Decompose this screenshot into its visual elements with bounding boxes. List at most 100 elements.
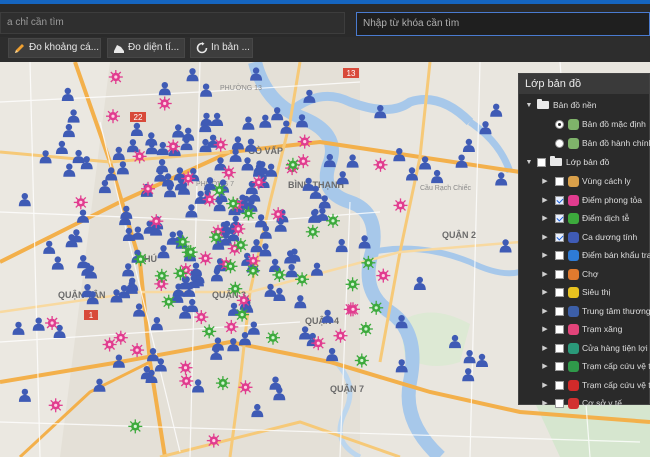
measure-distance-button[interactable]: Đo khoảng cá... bbox=[8, 38, 101, 58]
expand-arrow-icon[interactable]: ▶ bbox=[541, 228, 549, 247]
keyword-search-input[interactable]: Nhập từ khóa cần tìm bbox=[356, 12, 650, 36]
epidemic-point-marker[interactable] bbox=[294, 271, 310, 287]
expand-arrow-icon[interactable]: ▶ bbox=[541, 394, 549, 413]
layer-checkbox[interactable] bbox=[555, 288, 564, 297]
lockdown-point-marker[interactable] bbox=[270, 206, 286, 222]
radio-button[interactable] bbox=[555, 139, 564, 148]
collapse-arrow-icon[interactable]: ▼ bbox=[525, 153, 533, 172]
lockdown-point-marker[interactable] bbox=[237, 379, 254, 395]
lockdown-point-marker[interactable] bbox=[177, 360, 194, 376]
lockdown-point-marker[interactable] bbox=[251, 174, 267, 191]
epidemic-point-marker[interactable] bbox=[325, 213, 341, 229]
base-map-default-option[interactable]: Bản đồ mặc định bbox=[519, 115, 650, 134]
epidemic-point-marker[interactable] bbox=[368, 300, 384, 316]
expand-arrow-icon[interactable]: ▶ bbox=[541, 191, 549, 210]
group-checkbox[interactable] bbox=[537, 158, 546, 167]
expand-arrow-icon[interactable]: ▶ bbox=[541, 246, 549, 265]
lockdown-point-marker[interactable] bbox=[129, 342, 145, 358]
layer-checkbox[interactable] bbox=[555, 325, 564, 334]
epidemic-point-marker[interactable] bbox=[233, 237, 249, 253]
lockdown-point-marker[interactable] bbox=[148, 213, 164, 229]
print-map-button[interactable]: In bản ... bbox=[190, 38, 253, 58]
epidemic-point-marker[interactable] bbox=[208, 229, 224, 245]
epidemic-point-marker[interactable] bbox=[305, 224, 321, 240]
epidemic-point-marker[interactable] bbox=[360, 255, 377, 271]
lockdown-point-marker[interactable] bbox=[101, 336, 118, 353]
epidemic-point-marker[interactable] bbox=[175, 234, 191, 250]
lockdown-point-marker[interactable] bbox=[48, 397, 64, 413]
layer-row[interactable]: ▶ Chợ bbox=[519, 265, 650, 284]
layer-row[interactable]: ▶ Trạm xăng bbox=[519, 320, 650, 339]
lockdown-point-marker[interactable] bbox=[193, 309, 209, 325]
epidemic-point-marker[interactable] bbox=[265, 330, 281, 346]
lockdown-point-marker[interactable] bbox=[221, 164, 237, 181]
lockdown-point-marker[interactable] bbox=[140, 181, 156, 197]
layer-row[interactable]: ▶ Trạm cấp cứu vệ tinh bbox=[519, 357, 650, 376]
lockdown-point-marker[interactable] bbox=[332, 328, 349, 344]
epidemic-point-marker[interactable] bbox=[285, 157, 301, 173]
epidemic-point-marker[interactable] bbox=[344, 276, 361, 292]
lockdown-point-marker[interactable] bbox=[223, 319, 239, 335]
epidemic-point-marker[interactable] bbox=[211, 182, 228, 198]
lockdown-point-marker[interactable] bbox=[178, 373, 194, 389]
lockdown-point-marker[interactable] bbox=[206, 432, 222, 449]
layer-checkbox[interactable] bbox=[555, 195, 564, 205]
layer-row[interactable]: ▶ Ca dương tính bbox=[519, 228, 650, 247]
layer-checkbox[interactable] bbox=[555, 214, 564, 223]
epidemic-point-marker[interactable] bbox=[225, 195, 241, 212]
lockdown-point-marker[interactable] bbox=[73, 194, 89, 211]
layer-row[interactable]: ▶ Điểm bán khẩu trang bbox=[519, 246, 650, 265]
lockdown-point-marker[interactable] bbox=[230, 221, 246, 237]
epidemic-point-marker[interactable] bbox=[227, 281, 243, 297]
expand-arrow-icon[interactable]: ▶ bbox=[541, 302, 549, 321]
lockdown-point-marker[interactable] bbox=[44, 315, 60, 331]
expand-arrow-icon[interactable]: ▶ bbox=[541, 357, 549, 376]
layer-checkbox[interactable] bbox=[555, 251, 564, 260]
epidemic-point-marker[interactable] bbox=[127, 418, 143, 435]
expand-arrow-icon[interactable]: ▶ bbox=[541, 172, 549, 191]
expand-arrow-icon[interactable]: ▶ bbox=[541, 265, 549, 284]
lockdown-point-marker[interactable] bbox=[236, 292, 252, 309]
layer-checkbox[interactable] bbox=[555, 343, 564, 353]
epidemic-point-marker[interactable] bbox=[245, 263, 261, 279]
epidemic-point-marker[interactable] bbox=[172, 265, 189, 281]
epidemic-point-marker[interactable] bbox=[132, 251, 149, 267]
lockdown-point-marker[interactable] bbox=[131, 148, 148, 165]
expand-arrow-icon[interactable]: ▶ bbox=[541, 209, 549, 228]
layer-checkbox[interactable] bbox=[555, 362, 564, 371]
base-map-group[interactable]: ▼ Bản đồ nền bbox=[519, 96, 650, 115]
epidemic-point-marker[interactable] bbox=[154, 268, 170, 284]
address-search-input[interactable]: a chỉ cần tìm bbox=[0, 12, 345, 34]
collapse-arrow-icon[interactable]: ▼ bbox=[525, 96, 533, 115]
layer-checkbox[interactable] bbox=[555, 380, 564, 390]
epidemic-point-marker[interactable] bbox=[201, 323, 217, 340]
layer-checkbox[interactable] bbox=[555, 177, 564, 186]
epidemic-point-marker[interactable] bbox=[354, 352, 370, 369]
lockdown-point-marker[interactable] bbox=[180, 170, 196, 187]
epidemic-point-marker[interactable] bbox=[222, 258, 239, 274]
layer-row[interactable]: ▶ Vùng cách ly bbox=[519, 172, 650, 191]
lockdown-point-marker[interactable] bbox=[295, 153, 311, 169]
layer-checkbox[interactable] bbox=[555, 399, 564, 408]
lockdown-point-marker[interactable] bbox=[165, 138, 181, 155]
epidemic-point-marker[interactable] bbox=[161, 294, 177, 310]
layer-checkbox[interactable] bbox=[555, 232, 564, 242]
layer-row[interactable]: ▶ Điểm dịch tễ bbox=[519, 209, 650, 228]
epidemic-point-marker[interactable] bbox=[271, 267, 288, 283]
lockdown-point-marker[interactable] bbox=[213, 137, 229, 153]
layer-row[interactable]: ▶ Điểm phong tỏa bbox=[519, 191, 650, 210]
layer-checkbox[interactable] bbox=[555, 269, 564, 279]
layer-row[interactable]: ▶ Trung tâm thương mại bbox=[519, 302, 650, 321]
epidemic-point-marker[interactable] bbox=[234, 306, 250, 323]
lockdown-point-marker[interactable] bbox=[108, 69, 124, 85]
expand-arrow-icon[interactable]: ▶ bbox=[541, 339, 549, 358]
expand-arrow-icon[interactable]: ▶ bbox=[541, 320, 549, 339]
radio-button[interactable] bbox=[555, 120, 564, 129]
measure-area-button[interactable]: Đo diện tí... bbox=[107, 38, 185, 58]
lockdown-point-marker[interactable] bbox=[310, 335, 326, 351]
epidemic-point-marker[interactable] bbox=[215, 375, 231, 391]
epidemic-point-marker[interactable] bbox=[240, 205, 257, 222]
lockdown-point-marker[interactable] bbox=[392, 197, 409, 214]
lockdown-point-marker[interactable] bbox=[197, 250, 214, 266]
expand-arrow-icon[interactable]: ▶ bbox=[541, 283, 549, 302]
